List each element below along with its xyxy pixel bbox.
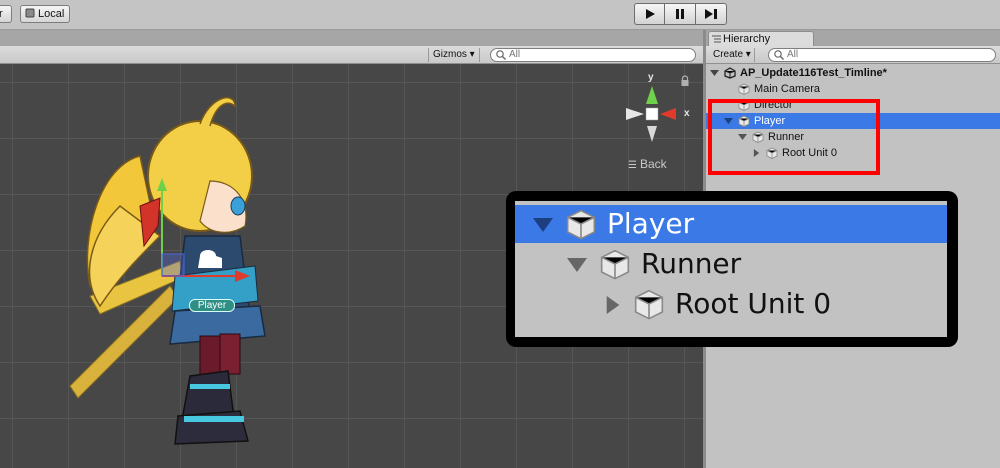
tree-row-label: AP_Update116Test_Timline* [740,67,887,79]
search-icon [496,50,506,60]
view-back-label[interactable]: ☰ Back [628,157,667,171]
zoom-row-runner: Runner [515,245,947,283]
lock-icon[interactable] [680,75,690,87]
zoom-callout: Player Runner Root Unit 0 [506,191,958,347]
local-label: Local [38,8,65,20]
gameobject-cube-icon [566,209,596,240]
hierarchy-list-icon [712,35,721,43]
pause-icon [676,9,684,19]
gameobject-cube-icon [738,83,750,95]
player-character-sprite[interactable] [60,86,270,456]
main-toolbar: r Local [0,0,1000,30]
pivot-label: r [0,8,3,20]
expand-arrow-icon [567,258,587,272]
back-menu-icon: ☰ [628,160,637,171]
axis-x-label: x [684,108,690,119]
step-button[interactable] [696,3,727,25]
hierarchy-tab-label: Hierarchy [723,33,771,45]
scene-toolbar: Gizmos ▾ All [0,46,704,64]
zoom-row-root-unit-0: Root Unit 0 [515,285,947,323]
player-scene-label: Player [189,299,235,312]
zoom-row-label: Runner [641,247,742,280]
tree-row-label: Main Camera [754,83,821,95]
local-cube-icon [25,8,35,18]
scene-tab-strip [0,30,704,72]
gizmos-dropdown[interactable]: Gizmos ▾ [428,48,480,62]
hierarchy-search-input[interactable]: All [768,48,996,62]
hierarchy-toolbar: Create ▾ All [706,46,1000,64]
scene-search-placeholder: All [509,49,521,60]
hierarchy-tab-strip: Hierarchy [706,30,1000,47]
hierarchy-search-placeholder: All [787,49,799,60]
zoom-callout-content: Player Runner Root Unit 0 [515,201,947,337]
zoom-row-player: Player [515,205,947,243]
axis-y-label: y [648,72,654,83]
local-button[interactable]: Local [20,5,70,23]
create-label: Create [713,49,744,60]
back-label: Back [639,157,667,171]
pivot-button[interactable]: r [0,5,12,23]
playback-controls [634,3,727,25]
play-button[interactable] [634,3,665,25]
highlight-box [708,99,880,175]
step-icon [705,9,717,19]
tree-row-scene[interactable]: AP_Update116Test_Timline* [706,65,1000,81]
play-icon [645,9,655,19]
search-icon [774,50,784,60]
zoom-row-label: Root Unit 0 [675,287,832,320]
tab-hierarchy[interactable]: Hierarchy [708,31,814,47]
expand-arrow-icon [533,218,553,232]
scene-search-input[interactable]: All [490,48,696,62]
pause-button[interactable] [665,3,696,25]
gameobject-cube-icon [600,249,630,280]
zoom-row-label: Player [607,207,695,240]
create-dropdown[interactable]: Create ▾ [710,48,755,62]
collapse-arrow-icon [606,296,620,314]
expand-arrow-icon[interactable] [710,69,719,77]
tree-row-main-camera[interactable]: Main Camera [706,81,1000,97]
unity-scene-icon [724,67,736,79]
gameobject-cube-icon [634,289,664,320]
gizmos-label: Gizmos [433,49,467,60]
